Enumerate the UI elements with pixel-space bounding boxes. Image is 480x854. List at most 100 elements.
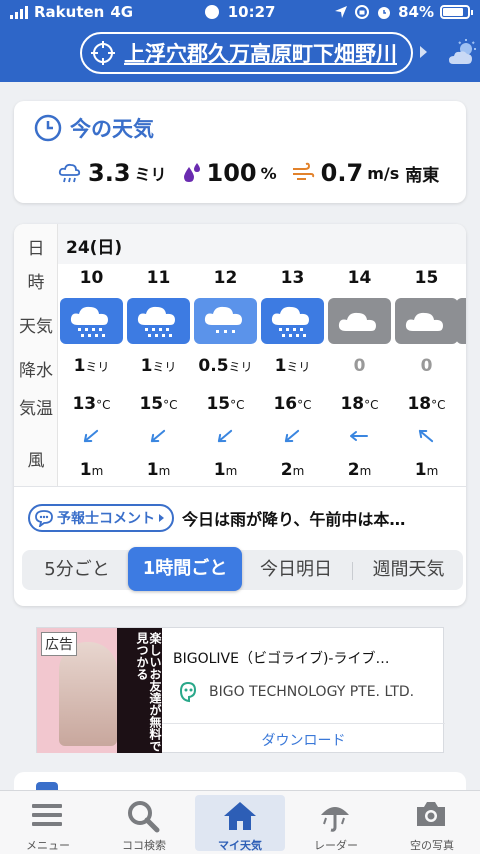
rain-light-icon bbox=[194, 298, 257, 344]
row-label-weather: 天気 bbox=[19, 317, 53, 337]
location-next-arrow-icon[interactable] bbox=[420, 46, 427, 58]
hour-label: 12 bbox=[213, 268, 238, 288]
battery-icon bbox=[440, 5, 473, 19]
lock-rotation-icon bbox=[355, 5, 370, 19]
tab-radar[interactable]: レーダー bbox=[288, 791, 384, 854]
chevron-right-icon bbox=[159, 514, 164, 522]
location-name: 上浮穴郡久万高原町下畑野川 bbox=[124, 42, 397, 66]
ad-banner[interactable]: 楽しいお友達が無料で見つかる 広告 BIGOLIVE（ビゴライブ)-ライブ… B… bbox=[36, 627, 445, 753]
segment-divider bbox=[352, 562, 353, 580]
current-wind-value: 0.7 bbox=[320, 159, 364, 187]
segment-today-tomorrow[interactable]: 今日明日 bbox=[244, 550, 348, 590]
bottom-tab-bar: メニュー ココ検索 マイ天気 レーダー 空の写真 bbox=[0, 790, 480, 854]
segment-hourly[interactable]: 1時間ごと bbox=[128, 547, 242, 591]
hour-label: 15 bbox=[414, 268, 439, 288]
rain-amount: 0.5ミリ bbox=[198, 356, 253, 376]
alarm-icon bbox=[204, 5, 219, 19]
hour-label: 11 bbox=[146, 268, 171, 288]
wind-speed: 1m bbox=[146, 460, 171, 480]
row-label-rain: 降水 bbox=[19, 361, 53, 381]
rain-icon bbox=[58, 163, 81, 183]
temperature: 15°C bbox=[206, 394, 245, 414]
row-label-day: 日 bbox=[27, 239, 45, 259]
segment-5min[interactable]: 5分ごと bbox=[22, 550, 132, 590]
wind-direction-arrow-icon bbox=[281, 425, 303, 447]
menu-icon bbox=[32, 804, 62, 826]
hour-label: 14 bbox=[347, 268, 372, 288]
search-icon bbox=[128, 801, 160, 833]
hour-label: 10 bbox=[79, 268, 104, 288]
cloudy-icon bbox=[395, 298, 458, 344]
tab-sky-photos[interactable]: 空の写真 bbox=[384, 791, 480, 854]
wind-direction-arrow-icon bbox=[80, 425, 102, 447]
home-icon bbox=[224, 802, 256, 830]
ad-company: BIGO TECHNOLOGY PTE. LTD. bbox=[209, 684, 415, 700]
current-wind-unit: m/s bbox=[367, 163, 400, 183]
wind-speed: 2m bbox=[280, 460, 305, 480]
wind-speed: 1m bbox=[213, 460, 238, 480]
current-rain-value: 3.3 bbox=[88, 159, 131, 187]
wind-direction-arrow-icon bbox=[147, 425, 169, 447]
cloudy-icon bbox=[328, 298, 391, 344]
location-arrow-icon bbox=[335, 6, 348, 18]
wind-speed: 1m bbox=[414, 460, 439, 480]
ad-title[interactable]: BIGOLIVE（ビゴライブ)-ライブ… bbox=[173, 648, 389, 668]
bigo-logo-icon bbox=[179, 681, 197, 703]
camera-icon bbox=[417, 802, 445, 826]
status-bar: Rakuten 4G 10:27 84% bbox=[0, 0, 480, 24]
forecaster-comment-row[interactable]: 予報士コメント 今日は雨が降り、午前中は本… bbox=[28, 504, 405, 532]
temperature: 18°C bbox=[407, 394, 446, 414]
ad-image-text: 楽しいお友達が無料で見つかる bbox=[135, 632, 162, 752]
row-label-wind: 風 bbox=[27, 451, 45, 471]
interval-segmented-control: 5分ごと 1時間ごと 今日明日 週間天気 bbox=[22, 547, 463, 591]
temperature: 15°C bbox=[139, 394, 178, 414]
rain-amount: 1ミリ bbox=[140, 356, 177, 376]
rain-amount: 0 bbox=[420, 356, 433, 376]
rain-heavy-icon bbox=[127, 298, 190, 344]
speech-bubble-icon bbox=[35, 510, 53, 527]
tab-menu[interactable]: メニュー bbox=[0, 791, 96, 854]
current-wind-direction: 南東 bbox=[405, 165, 440, 186]
clock-icon bbox=[34, 114, 62, 142]
forecast-day: 24(日) bbox=[66, 238, 123, 258]
forecaster-comment-button[interactable]: 予報士コメント bbox=[28, 504, 174, 532]
next-hour-icon-partial bbox=[456, 298, 466, 344]
rain-amount: 0 bbox=[353, 356, 366, 376]
wind-speed: 2m bbox=[347, 460, 372, 480]
wind-direction-arrow-icon bbox=[348, 425, 370, 447]
wind-speed: 1m bbox=[79, 460, 104, 480]
rain-amount: 1ミリ bbox=[73, 356, 110, 376]
top-bar: Rakuten 4G 10:27 84% 上浮穴郡久万高原町下畑野川 bbox=[0, 0, 480, 82]
current-rain-unit: ミリ bbox=[134, 165, 167, 184]
rain-amount: 1ミリ bbox=[274, 356, 311, 376]
segment-weekly[interactable]: 週間天気 bbox=[354, 550, 463, 590]
gps-target-icon bbox=[91, 41, 115, 65]
radar-umbrella-icon bbox=[321, 807, 349, 832]
battery-percent: 84% bbox=[398, 3, 434, 21]
wind-direction-arrow-icon bbox=[214, 425, 236, 447]
wind-icon bbox=[292, 162, 314, 180]
tab-search[interactable]: ココ検索 bbox=[96, 791, 192, 854]
sun-cloud-icon[interactable] bbox=[448, 38, 478, 68]
forecaster-comment-text: 今日は雨が降り、午前中は本… bbox=[182, 510, 406, 529]
temperature: 18°C bbox=[340, 394, 379, 414]
ad-download-link[interactable]: ダウンロード bbox=[162, 730, 445, 750]
temperature: 16°C bbox=[273, 394, 312, 414]
ad-label: 広告 bbox=[41, 632, 77, 656]
rain-heavy-icon bbox=[261, 298, 324, 344]
alarm-clock-icon bbox=[378, 7, 391, 19]
temperature: 13°C bbox=[72, 394, 111, 414]
location-selector[interactable]: 上浮穴郡久万高原町下畑野川 bbox=[80, 32, 413, 74]
clock-time: 10:27 bbox=[227, 3, 276, 21]
hourly-forecast-card: 日 時 天気 降水 気温 風 24(日) 10 1ミリ 13°C 1m 11 1… bbox=[14, 224, 466, 606]
rain-heavy-icon bbox=[60, 298, 123, 344]
current-weather-title: 今の天気 bbox=[34, 113, 154, 143]
current-humidity-unit: % bbox=[260, 163, 277, 183]
ad-divider bbox=[162, 723, 445, 724]
wind-direction-arrow-icon bbox=[415, 425, 437, 447]
tab-my-weather[interactable]: マイ天気 bbox=[195, 795, 285, 852]
row-label-temp: 気温 bbox=[19, 399, 53, 419]
ad-image[interactable]: 楽しいお友達が無料で見つかる 広告 bbox=[37, 628, 162, 753]
current-humidity-value: 100 bbox=[206, 159, 257, 187]
hour-label: 13 bbox=[280, 268, 305, 288]
